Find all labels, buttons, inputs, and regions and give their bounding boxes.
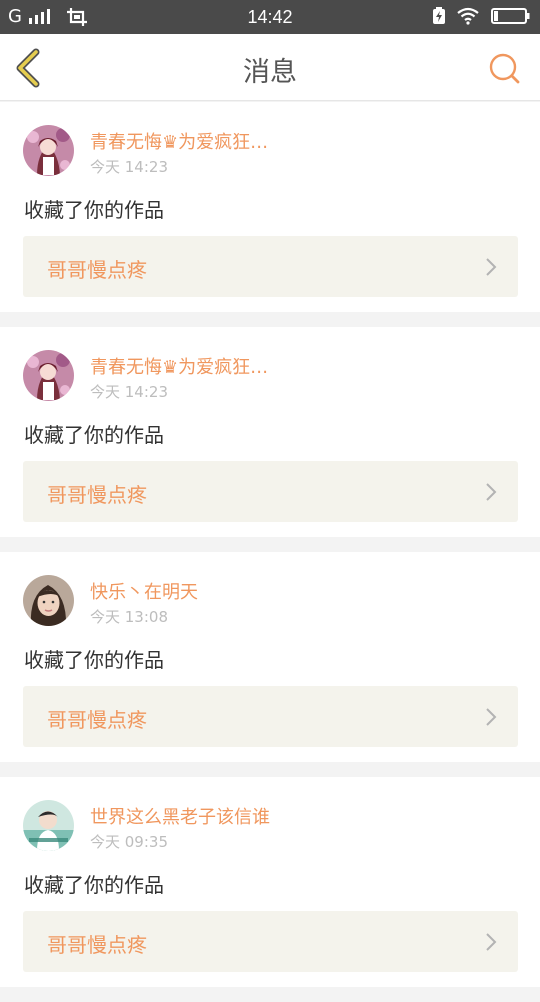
message-card: 世界这么黑老子该信谁 今天 09:35 收藏了你的作品 哥哥慢点疼 xyxy=(0,777,540,987)
action-text: 收藏了你的作品 xyxy=(24,423,164,447)
message-time: 今天 14:23 xyxy=(90,158,168,176)
avatar[interactable] xyxy=(23,125,74,176)
avatar[interactable] xyxy=(23,350,74,401)
wifi-icon xyxy=(457,7,479,25)
anime-girl-avatar xyxy=(23,125,74,176)
work-title: 哥哥慢点疼 xyxy=(47,708,147,732)
work-link[interactable]: 哥哥慢点疼 xyxy=(23,461,518,522)
message-time: 今天 13:08 xyxy=(90,608,168,626)
charging-icon xyxy=(433,7,445,24)
page-title: 消息 xyxy=(243,57,297,88)
message-card: 青春无悔♛为爱疯狂… 今天 14:23 收藏了你的作品 哥哥慢点疼 xyxy=(0,327,540,537)
battery-icon xyxy=(491,8,530,24)
user-name[interactable]: 快乐丶在明天 xyxy=(90,578,198,604)
anime-girl-avatar xyxy=(23,350,74,401)
chevron-right-icon xyxy=(486,258,497,276)
user-name[interactable]: 青春无悔♛为爱疯狂… xyxy=(90,128,268,154)
work-title: 哥哥慢点疼 xyxy=(47,933,147,957)
action-text: 收藏了你的作品 xyxy=(24,198,164,222)
message-card: 快乐丶在明天 今天 13:08 收藏了你的作品 哥哥慢点疼 xyxy=(0,552,540,762)
work-title: 哥哥慢点疼 xyxy=(47,483,147,507)
work-title: 哥哥慢点疼 xyxy=(47,258,147,282)
message-time: 今天 14:23 xyxy=(90,383,168,401)
message-list: 青春无悔♛为爱疯狂… 今天 14:23 收藏了你的作品 哥哥慢点疼 青春无悔♛为… xyxy=(0,102,540,1002)
avatar[interactable] xyxy=(23,575,74,626)
action-text: 收藏了你的作品 xyxy=(24,648,164,672)
message-card: 青春无悔♛为爱疯狂… 今天 14:23 收藏了你的作品 哥哥慢点疼 xyxy=(0,102,540,312)
user-name[interactable]: 青春无悔♛为爱疯狂… xyxy=(90,353,268,379)
photo-boy-avatar xyxy=(23,800,74,851)
status-right xyxy=(432,7,530,25)
chevron-right-icon xyxy=(486,483,497,501)
user-name[interactable]: 世界这么黑老子该信谁 xyxy=(90,803,270,829)
photo-woman-avatar xyxy=(23,575,74,626)
status-bar: G 14:42 xyxy=(0,0,540,34)
avatar[interactable] xyxy=(23,800,74,851)
message-time: 今天 09:35 xyxy=(90,833,168,851)
action-text: 收藏了你的作品 xyxy=(24,873,164,897)
work-link[interactable]: 哥哥慢点疼 xyxy=(23,236,518,297)
nav-bar: 消息 xyxy=(0,34,540,101)
work-link[interactable]: 哥哥慢点疼 xyxy=(23,911,518,972)
chevron-right-icon xyxy=(486,933,497,951)
chevron-right-icon xyxy=(486,708,497,726)
work-link[interactable]: 哥哥慢点疼 xyxy=(23,686,518,747)
search-icon[interactable] xyxy=(488,52,522,86)
